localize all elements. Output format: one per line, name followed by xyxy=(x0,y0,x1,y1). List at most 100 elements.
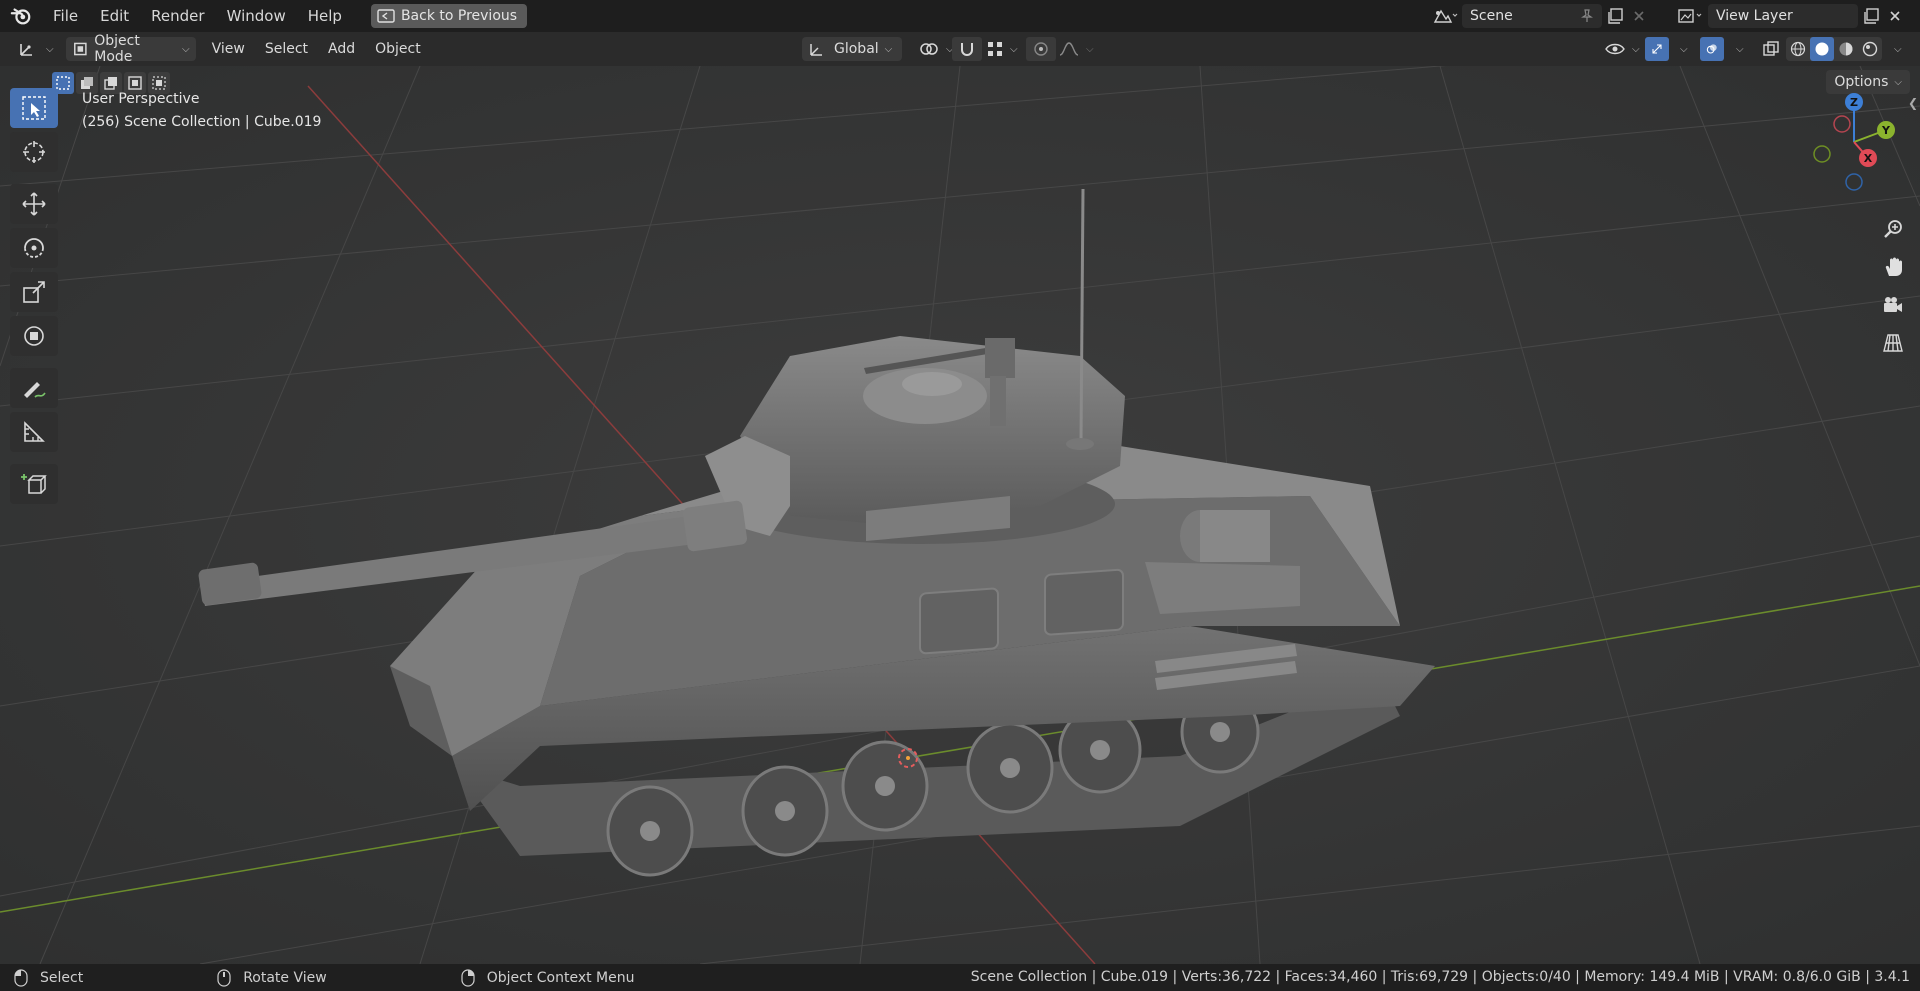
measure-tool[interactable] xyxy=(10,412,58,452)
rendered-sphere-icon xyxy=(1862,41,1878,57)
shading-dropdown-chevron-icon[interactable]: ⌵ xyxy=(1894,44,1902,55)
magnifier-plus-icon xyxy=(1884,220,1902,238)
toggle-perspective-button[interactable] xyxy=(1876,326,1910,360)
menu-select[interactable]: Select xyxy=(255,32,318,66)
menu-render[interactable]: Render xyxy=(140,0,215,32)
perspective-grid-icon xyxy=(1883,334,1903,352)
select-box-tool[interactable] xyxy=(10,88,58,128)
gizmo-dropdown-chevron-icon[interactable]: ⌵ xyxy=(1680,44,1688,55)
pan-button[interactable] xyxy=(1876,250,1910,284)
view-layer-name: View Layer xyxy=(1716,8,1793,24)
gizmo-neg-y-axis[interactable] xyxy=(1813,145,1831,163)
mode-label: Object Mode xyxy=(94,33,140,65)
xray-icon xyxy=(1763,41,1779,56)
gizmo-icon xyxy=(1652,44,1662,54)
add-cube-tool[interactable] xyxy=(10,464,58,504)
menu-edit[interactable]: Edit xyxy=(89,0,140,32)
back-to-previous-label: Back to Previous xyxy=(400,8,518,24)
status-bar: Select Rotate View Object Context Menu S… xyxy=(0,964,1920,991)
move-tool[interactable] xyxy=(10,184,58,224)
scene-browse-button[interactable] xyxy=(1428,4,1462,28)
gizmo-x-label: X xyxy=(1864,152,1873,165)
chevron-down-icon: ⌵ xyxy=(884,43,893,55)
eye-icon xyxy=(1605,43,1625,55)
overlays-dropdown-chevron-icon[interactable]: ⌵ xyxy=(1736,44,1744,55)
delete-view-layer-button[interactable] xyxy=(1884,4,1906,28)
status-rotate-hint: Rotate View xyxy=(217,968,327,987)
snap-grid-icon xyxy=(988,42,1002,56)
viewport-info: User Perspective (256) Scene Collection … xyxy=(82,88,321,134)
select-hint-label: Select xyxy=(40,969,84,986)
view-layer-field[interactable]: View Layer xyxy=(1708,4,1858,28)
rotate-hint-label: Rotate View xyxy=(243,969,327,986)
scene-name-field[interactable]: Scene xyxy=(1462,4,1602,28)
menu-help[interactable]: Help xyxy=(297,0,353,32)
transform-tool[interactable] xyxy=(10,316,58,356)
material-shading-button[interactable] xyxy=(1834,37,1858,61)
gizmo-neg-z-axis[interactable] xyxy=(1845,173,1863,191)
delete-scene-button[interactable] xyxy=(1628,4,1650,28)
scene-icon xyxy=(1433,9,1458,23)
3d-cursor-icon xyxy=(23,141,45,163)
falloff-button[interactable]: ⌵ xyxy=(1052,37,1100,61)
hand-icon xyxy=(1885,257,1902,276)
overlays-icon xyxy=(1706,44,1717,54)
add-cube-icon xyxy=(21,474,47,494)
axes-icon xyxy=(20,44,32,56)
rendered-shading-button[interactable] xyxy=(1858,37,1882,61)
xray-toggle[interactable] xyxy=(1756,37,1786,61)
wireframe-shading-button[interactable] xyxy=(1786,37,1810,61)
pin-icon[interactable] xyxy=(1580,9,1594,23)
solid-shading-button[interactable] xyxy=(1810,37,1834,61)
new-scene-button[interactable] xyxy=(1602,4,1628,28)
rotate-icon xyxy=(24,238,44,258)
menu-add[interactable]: Add xyxy=(318,32,365,66)
navigation-gizmo[interactable]: Z Y X xyxy=(1792,86,1902,196)
scene-selector: Scene xyxy=(1428,3,1650,29)
camera-view-button[interactable] xyxy=(1876,288,1910,322)
menu-view[interactable]: View xyxy=(202,32,255,66)
cursor-tool[interactable] xyxy=(10,132,58,172)
close-icon xyxy=(1890,11,1900,21)
mouse-right-icon xyxy=(461,968,475,987)
move-arrows-icon xyxy=(22,192,46,216)
overlays-toggle[interactable] xyxy=(1700,37,1724,61)
navigation-tools xyxy=(1876,212,1910,364)
pivot-icon xyxy=(920,43,938,55)
menu-file[interactable]: File xyxy=(42,0,89,32)
sidebar-toggle-icon[interactable]: ❮ xyxy=(1908,96,1918,110)
back-screen-icon xyxy=(377,9,395,23)
object-mode-icon xyxy=(73,42,87,56)
rotate-tool[interactable] xyxy=(10,228,58,268)
menu-object[interactable]: Object xyxy=(365,32,431,66)
magnet-icon xyxy=(961,43,973,56)
blender-logo-icon[interactable] xyxy=(10,5,32,27)
mode-dropdown[interactable]: Object Mode ⌵ xyxy=(65,33,196,65)
view-layer-selector: View Layer xyxy=(1672,3,1906,29)
ruler-icon xyxy=(24,421,45,442)
visibility-button[interactable]: ⌵ xyxy=(1598,37,1646,61)
new-view-layer-button[interactable] xyxy=(1858,4,1884,28)
gizmo-neg-x-axis[interactable] xyxy=(1833,115,1851,133)
snap-toggle[interactable] xyxy=(952,37,982,61)
editor-type-button[interactable]: ⌵ xyxy=(12,37,60,61)
menu-window[interactable]: Window xyxy=(216,0,297,32)
back-to-previous-button[interactable]: Back to Previous xyxy=(370,4,528,28)
mouse-left-icon xyxy=(14,968,28,987)
viewport-scene xyxy=(0,66,1920,964)
zoom-button[interactable] xyxy=(1876,212,1910,246)
chevron-down-icon: ⌵ xyxy=(1010,43,1018,55)
camera-icon xyxy=(1884,297,1902,312)
view-layer-browse-button[interactable] xyxy=(1672,4,1708,28)
transform-orientation-dropdown[interactable]: Global ⌵ xyxy=(802,37,902,61)
gizmo-z-label: Z xyxy=(1850,96,1858,109)
mouse-middle-icon xyxy=(217,968,231,987)
snap-target-button[interactable]: ⌵ xyxy=(980,37,1024,61)
annotate-tool[interactable] xyxy=(10,368,58,408)
scale-icon xyxy=(23,281,45,303)
scale-tool[interactable] xyxy=(10,272,58,312)
3d-viewport[interactable]: Options ⌵ User Perspective (256) Scene C… xyxy=(0,66,1920,964)
collection-info-label: (256) Scene Collection | Cube.019 xyxy=(82,114,322,130)
gizmo-toggle[interactable] xyxy=(1645,37,1669,61)
falloff-curve-icon xyxy=(1059,42,1079,56)
